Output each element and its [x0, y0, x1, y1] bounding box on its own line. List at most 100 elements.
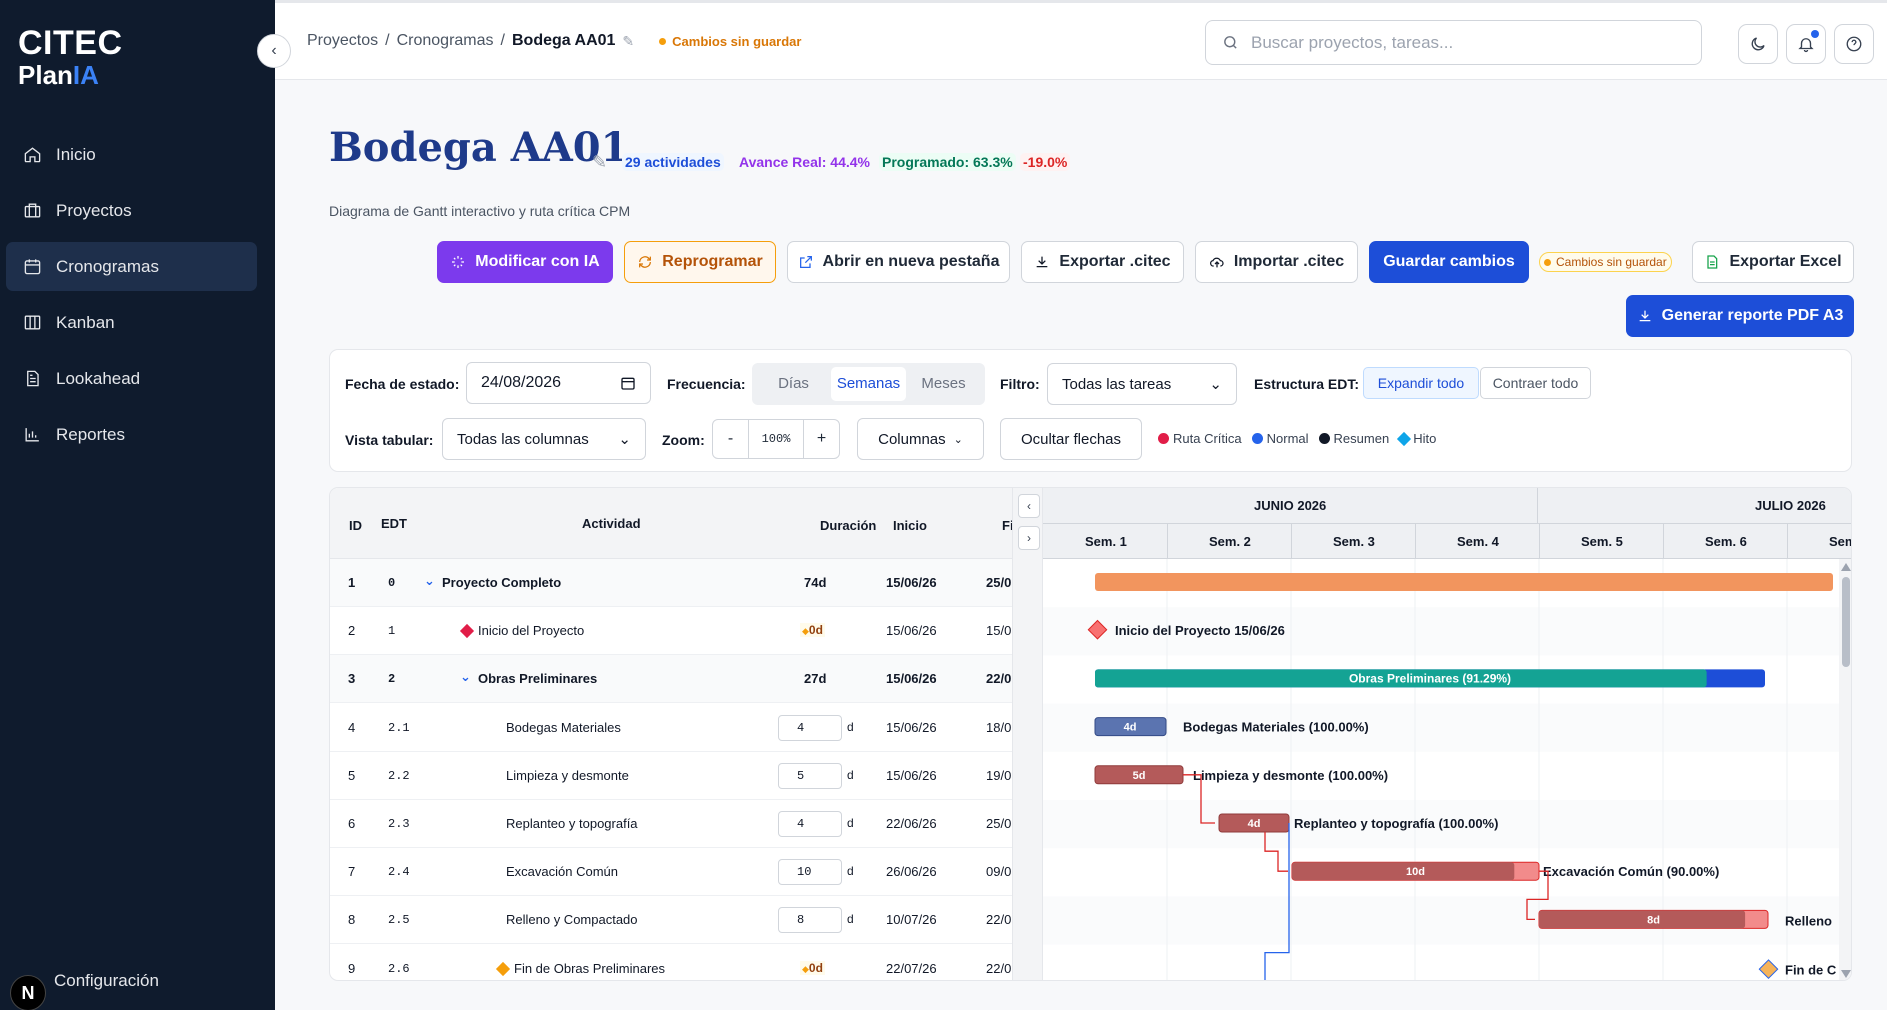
row-id: 7	[348, 864, 356, 880]
col-id[interactable]: ID	[349, 518, 362, 533]
search-input[interactable]	[1251, 32, 1671, 53]
duration-input[interactable]: 5	[778, 762, 842, 789]
brand-line2: PlanIA	[18, 62, 123, 88]
zoom-out-button[interactable]: -	[713, 420, 749, 458]
col-duracion[interactable]: Duración	[820, 518, 876, 533]
legend-summary: Resumen	[1318, 431, 1389, 446]
activities-badge: 29 actividades	[622, 153, 724, 171]
task-bar-bodegas-label: 4d	[1124, 722, 1137, 734]
table-row[interactable]: 3 2 ⌄ Obras Preliminares 27d 15/06/26 22…	[330, 655, 1012, 704]
milestone-inicio-label: Inicio del Proyecto 15/06/26	[1115, 623, 1285, 638]
help-button[interactable]	[1834, 24, 1874, 64]
table-row[interactable]: 1 0 ⌄ Proyecto Completo 74d 15/06/26 25/…	[330, 559, 1012, 607]
briefcase-icon	[22, 201, 42, 221]
row-activity-name[interactable]: Proyecto Completo	[442, 575, 561, 590]
row-activity-name[interactable]: Replanteo y topografía	[506, 816, 638, 831]
search-box[interactable]	[1205, 20, 1702, 65]
row-activity-name[interactable]: Excavación Común	[506, 864, 618, 879]
task-bodegas-label: Bodegas Materiales (100.00%)	[1183, 720, 1369, 735]
breadcrumb-cronogramas[interactable]: Cronogramas	[397, 32, 494, 50]
brand-logo[interactable]: CITEC PlanIA	[18, 26, 123, 88]
table-row[interactable]: 7 2.4 Excavación Común 10 d 26/06/26 09/0	[330, 848, 1012, 897]
row-activity-name[interactable]: Obras Preliminares	[478, 671, 597, 686]
save-changes-button[interactable]: Guardar cambios	[1369, 241, 1529, 283]
row-activity-name[interactable]: Inicio del Proyecto	[478, 623, 584, 638]
sidebar-item-proyectos[interactable]: Proyectos	[6, 186, 257, 235]
sidebar-item-reportes[interactable]: Reportes	[6, 410, 257, 459]
week-divider	[1415, 524, 1416, 559]
edit-title-icon[interactable]: ✎	[592, 152, 607, 173]
row-id: 9	[348, 960, 356, 976]
col-edt[interactable]: EDT	[381, 516, 407, 531]
table-row[interactable]: 9 2.6 Fin de Obras Preliminares ◆0d 22/0…	[330, 945, 1012, 980]
search-icon	[1224, 36, 1237, 49]
export-citec-button[interactable]: Exportar .citec	[1021, 241, 1184, 283]
week-divider	[1291, 524, 1292, 559]
row-activity-name[interactable]: Fin de Obras Preliminares	[514, 961, 665, 976]
row-activity-name[interactable]: Relleno y Compactado	[506, 912, 638, 927]
frecuencia-semanas[interactable]: Semanas	[831, 367, 906, 401]
avance-real-badge: Avance Real: 44.4%	[739, 154, 870, 170]
table-row[interactable]: 2 1 Inicio del Proyecto ◆0d 15/06/26 15/…	[330, 607, 1012, 656]
filtro-select[interactable]: Todas las tareas ⌄	[1047, 363, 1237, 405]
expand-all-button[interactable]: Expandir todo	[1363, 367, 1479, 399]
gantt-chart[interactable]: Inicio del Proyecto 15/06/26 Obras Prelim…	[1043, 559, 1851, 980]
collapse-sidebar-button[interactable]: ‹	[257, 34, 291, 68]
columnas-button[interactable]: Columnas ⌄	[857, 418, 984, 460]
duration-input[interactable]: 8	[778, 907, 842, 934]
zoom-in-button[interactable]: +	[803, 420, 839, 458]
import-citec-button[interactable]: Importar .citec	[1195, 241, 1358, 283]
bell-icon	[1798, 38, 1814, 53]
task-bar-excavacion-label: 10d	[1406, 866, 1425, 878]
frecuencia-label: Frecuencia:	[667, 376, 746, 392]
avatar[interactable]: N	[10, 975, 46, 1010]
table-row[interactable]: 6 2.3 Replanteo y topografía 4d 22/06/26…	[330, 800, 1012, 848]
chevron-down-icon[interactable]: ⌄	[424, 573, 435, 589]
week-divider	[1167, 524, 1168, 559]
chevron-down-icon[interactable]: ⌄	[460, 669, 471, 685]
pane-splitter[interactable]: ‹ ›	[1012, 488, 1043, 980]
ai-modify-button[interactable]: Modificar con IA	[437, 241, 613, 283]
legend-label: Normal	[1266, 431, 1309, 446]
frecuencia-dias[interactable]: Días	[756, 367, 831, 401]
vista-tabular-select[interactable]: Todas las columnas ⌄	[442, 418, 646, 460]
sidebar-item-lookahead[interactable]: Lookahead	[6, 354, 257, 403]
row-activity-name[interactable]: Limpieza y desmonte	[506, 768, 629, 783]
duration-input[interactable]: 4	[778, 811, 842, 837]
row-edt: 2	[388, 672, 396, 687]
scroll-left-button[interactable]: ‹	[1018, 494, 1040, 518]
duration-input[interactable]: 10	[778, 859, 842, 886]
col-inicio[interactable]: Inicio	[893, 518, 927, 533]
export-excel-label: Exportar Excel	[1729, 253, 1842, 270]
breadcrumb-proyectos[interactable]: Proyectos	[307, 32, 378, 50]
reprogramar-button[interactable]: Reprogramar	[624, 241, 776, 283]
hide-arrows-button[interactable]: Ocultar flechas	[1000, 418, 1142, 460]
row-activity-name[interactable]: Bodegas Materiales	[506, 720, 621, 735]
scroll-right-button[interactable]: ›	[1018, 526, 1040, 550]
generate-pdf-button[interactable]: Generar reporte PDF A3	[1626, 295, 1854, 337]
row-edt: 1	[388, 624, 396, 639]
zoom-value[interactable]: 100%	[749, 432, 803, 446]
fecha-estado-input[interactable]: 24/08/2026	[466, 362, 651, 404]
frecuencia-meses[interactable]: Meses	[906, 367, 981, 401]
pencil-icon[interactable]: ✎	[622, 33, 634, 50]
sidebar-item-inicio[interactable]: Inicio	[6, 130, 257, 179]
col-actividad[interactable]: Actividad	[582, 516, 641, 531]
page-title: Bodega AA01	[329, 124, 629, 171]
edt-label: Estructura EDT:	[1254, 376, 1360, 392]
duration-input[interactable]: 4	[778, 714, 842, 741]
theme-toggle-button[interactable]	[1738, 24, 1778, 64]
notifications-button[interactable]	[1786, 24, 1826, 64]
table-row[interactable]: 5 2.2 Limpieza y desmonte 5d 15/06/26 19…	[330, 752, 1012, 800]
sidebar-item-cronogramas[interactable]: Cronogramas	[6, 242, 257, 291]
table-row[interactable]: 8 2.5 Relleno y Compactado 8d 10/07/26 2…	[330, 896, 1012, 945]
row-end: 22/0	[986, 960, 1012, 976]
download-icon	[1639, 310, 1650, 322]
export-excel-button[interactable]: Exportar Excel	[1692, 241, 1854, 283]
sidebar-item-configuracion[interactable]: Configuración	[54, 971, 159, 991]
table-row[interactable]: 4 2.1 Bodegas Materiales 4d 15/06/26 18/…	[330, 704, 1012, 752]
open-new-tab-button[interactable]: Abrir en nueva pestaña	[787, 241, 1010, 283]
collapse-all-button[interactable]: Contraer todo	[1480, 367, 1591, 399]
row-start: 15/06/26	[886, 671, 937, 687]
sidebar-item-kanban[interactable]: Kanban	[6, 298, 257, 347]
